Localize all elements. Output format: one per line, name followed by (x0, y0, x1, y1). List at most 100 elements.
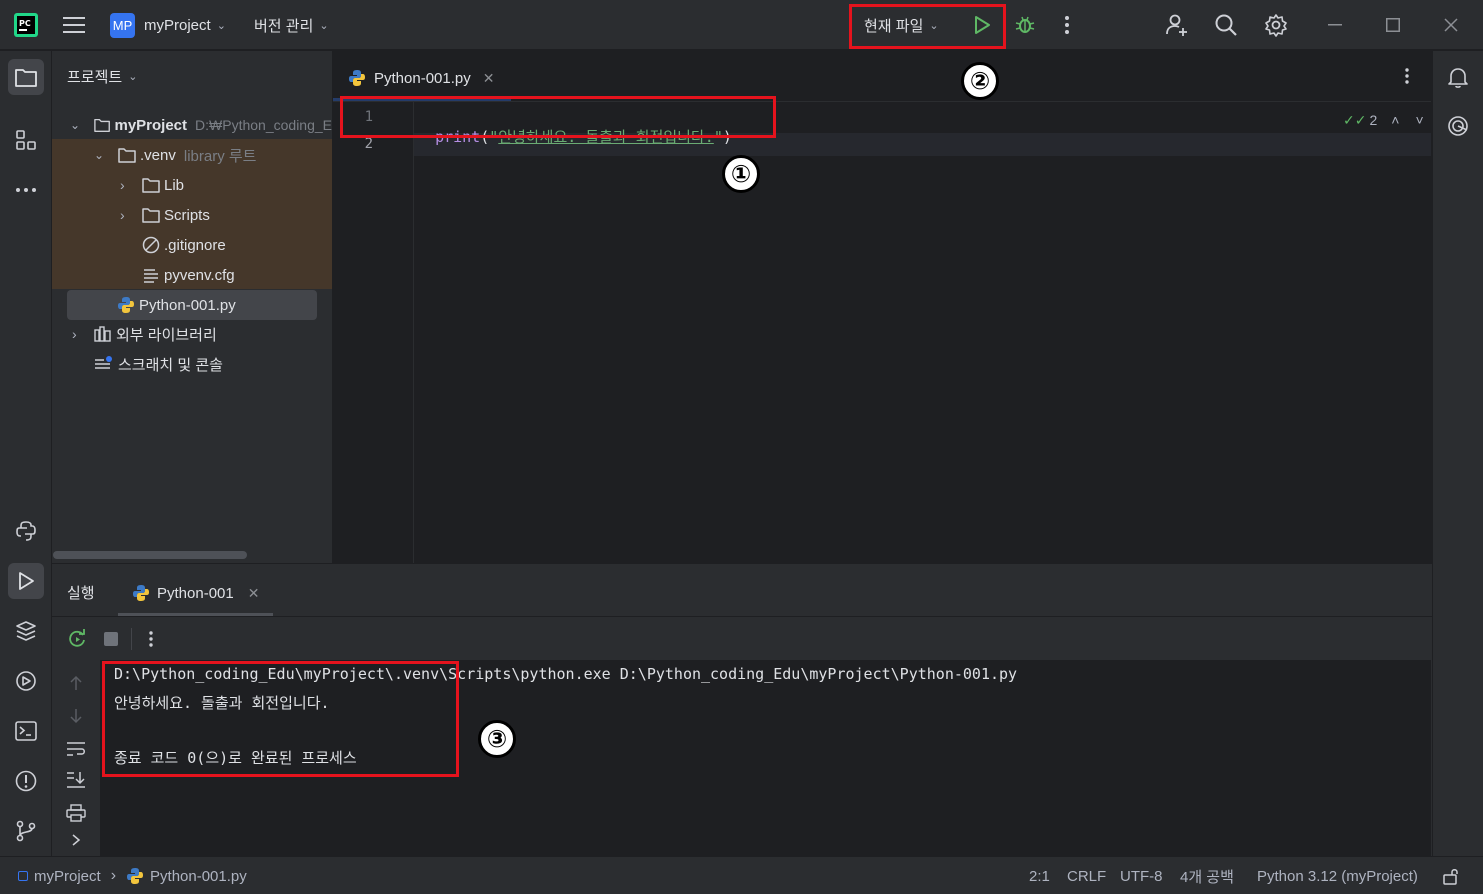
tree-item-scratches[interactable]: 스크래치 및 콘솔 (52, 349, 332, 379)
rerun-icon[interactable] (66, 628, 88, 650)
bug-icon (1015, 16, 1035, 33)
folder-icon (94, 118, 111, 132)
chevron-down-icon: ⌄ (216, 19, 226, 32)
project-widget[interactable]: MP myProject ⌄ (110, 0, 226, 50)
right-tool-strip (1432, 51, 1483, 856)
python-file-icon (349, 70, 365, 86)
chevron-down-icon: ⌄ (94, 148, 105, 162)
tree-gitignore-label: .gitignore (164, 236, 226, 254)
horizontal-scrollbar[interactable] (53, 551, 247, 559)
text-file-icon (144, 269, 158, 283)
main-menu-icon[interactable] (62, 13, 86, 37)
soft-wrap-icon[interactable] (65, 739, 87, 759)
chevron-down-icon: ⌄ (319, 19, 329, 32)
breadcrumb-separator-icon: › (110, 867, 117, 884)
scratches-icon (95, 356, 112, 369)
tree-item-lib[interactable]: › Lib (52, 170, 332, 200)
python-console-icon[interactable] (14, 519, 38, 543)
scroll-down-icon[interactable] (66, 706, 86, 726)
tree-venv-tag: library 루트 (183, 147, 257, 165)
more-actions-icon[interactable] (1057, 13, 1077, 37)
tree-lib-label: Lib (164, 176, 185, 194)
indent-setting[interactable]: 4개 공백 (1180, 857, 1234, 894)
maximize-icon[interactable] (1382, 15, 1404, 35)
inspection-widget[interactable]: ✓✓ 2 ˄ ˅ (1343, 109, 1424, 131)
print-icon[interactable] (65, 803, 87, 823)
run-tab-divider (52, 616, 1432, 617)
vcs-menu-label: 버전 관리 (254, 17, 314, 35)
minimize-icon[interactable] (1324, 15, 1346, 35)
tree-python-file-label: Python-001.py (139, 296, 236, 314)
more-actions-icon[interactable] (142, 628, 160, 650)
breadcrumb-file[interactable]: Python-001.py (150, 868, 247, 885)
tree-venv-name: .venv (140, 146, 176, 164)
pycharm-logo-icon[interactable]: PC (14, 13, 38, 37)
close-tab-icon[interactable]: ✕ (483, 70, 495, 87)
tree-item-gitignore[interactable]: .gitignore (52, 230, 332, 260)
annotation-number-3: ③ (478, 720, 516, 758)
tree-item-venv[interactable]: ⌄ .venv library 루트 (52, 140, 332, 170)
python-file-icon (133, 585, 149, 601)
editor-tab-label: Python-001.py (374, 69, 471, 87)
chevron-right-icon[interactable] (66, 830, 86, 850)
tree-item-external-libraries[interactable]: › 외부 라이브러리 (52, 319, 332, 349)
python-packages-icon[interactable] (14, 619, 38, 643)
stop-icon[interactable] (100, 628, 122, 650)
ai-assistant-icon[interactable] (1446, 114, 1470, 138)
close-icon[interactable] (1440, 15, 1462, 35)
add-user-icon[interactable] (1164, 12, 1190, 38)
tree-item-python-file[interactable]: Python-001.py (67, 290, 317, 320)
tree-item-pyvenv[interactable]: pyvenv.cfg (52, 260, 332, 290)
editor-tab[interactable]: Python-001.py ✕ (348, 65, 494, 91)
chevron-down-icon: ⌄ (128, 71, 138, 83)
folder-icon (142, 178, 160, 193)
chevron-down-icon: ⌄ (70, 118, 81, 132)
python-file-icon (127, 868, 144, 884)
notifications-bell-icon[interactable] (1446, 65, 1470, 89)
caret-position[interactable]: 2:1 (1029, 857, 1050, 894)
structure-icon[interactable] (14, 128, 38, 152)
title-bar: PC MP myProject ⌄ 버전 관리 ⌄ 현재 파일 ⌄ (0, 0, 1483, 50)
search-icon[interactable] (1213, 12, 1239, 38)
debug-button[interactable] (1013, 13, 1037, 37)
breadcrumb-project[interactable]: myProject (34, 868, 101, 885)
folder-icon (142, 208, 160, 223)
scroll-up-icon[interactable] (66, 673, 86, 693)
previous-highlight-icon[interactable]: ˄ (1391, 112, 1399, 128)
chevron-right-icon: › (120, 177, 125, 193)
problems-icon[interactable] (14, 769, 38, 793)
tree-item-root[interactable]: ⌄ myProject D:₩Python_coding_E (52, 110, 332, 140)
tree-pyvenv-label: pyvenv.cfg (164, 266, 235, 284)
editor-gutter: 1 2 (333, 102, 414, 563)
project-tool-icon[interactable] (8, 59, 44, 95)
terminal-icon[interactable] (14, 719, 38, 743)
editor-tabs-more-icon[interactable] (1399, 65, 1415, 87)
close-tab-icon[interactable]: ✕ (248, 585, 260, 602)
run-tab[interactable]: Python-001 ✕ (132, 580, 259, 606)
next-highlight-icon[interactable]: ˅ (1415, 112, 1423, 128)
inspection-count: 2 (1369, 112, 1378, 128)
scroll-to-end-icon[interactable] (65, 770, 87, 790)
breadcrumb[interactable]: myProject › Python-001.py (18, 857, 247, 894)
tree-item-scripts[interactable]: › Scripts (52, 200, 332, 230)
highlight-box-code (340, 96, 776, 138)
annotation-number-1: ① (722, 155, 760, 193)
python-file-icon (118, 297, 134, 313)
more-tools-icon[interactable] (14, 178, 38, 202)
line-separator[interactable]: CRLF (1067, 857, 1106, 894)
highlight-box-run (849, 4, 1006, 49)
library-icon (94, 326, 111, 342)
services-icon[interactable] (14, 669, 38, 693)
lock-icon[interactable] (1441, 866, 1461, 886)
run-tool-icon[interactable] (8, 563, 44, 599)
project-badge: MP (110, 12, 135, 38)
vcs-menu[interactable]: 버전 관리 ⌄ (254, 0, 329, 50)
ignored-file-icon (142, 236, 160, 254)
git-branch-icon[interactable] (14, 819, 38, 843)
check-icon: ✓✓ (1343, 111, 1367, 128)
gear-icon[interactable] (1263, 12, 1289, 38)
project-panel-header[interactable]: 프로젝트 ⌄ (67, 66, 137, 87)
file-encoding[interactable]: UTF-8 (1120, 857, 1163, 894)
interpreter-selector[interactable]: Python 3.12 (myProject) (1257, 857, 1418, 894)
toolbar-separator (131, 628, 132, 650)
